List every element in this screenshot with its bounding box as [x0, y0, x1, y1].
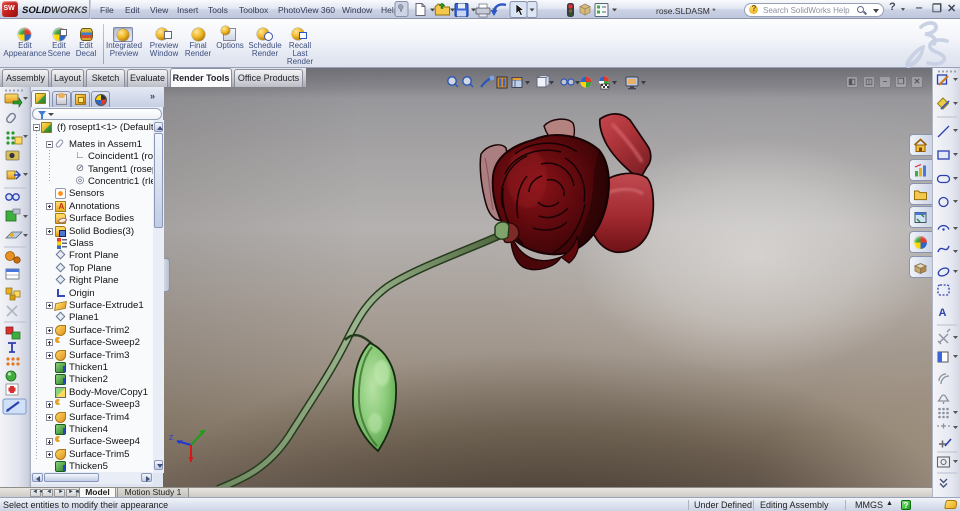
- svg-text:A: A: [939, 307, 947, 319]
- svg-text:Z: Z: [169, 435, 174, 442]
